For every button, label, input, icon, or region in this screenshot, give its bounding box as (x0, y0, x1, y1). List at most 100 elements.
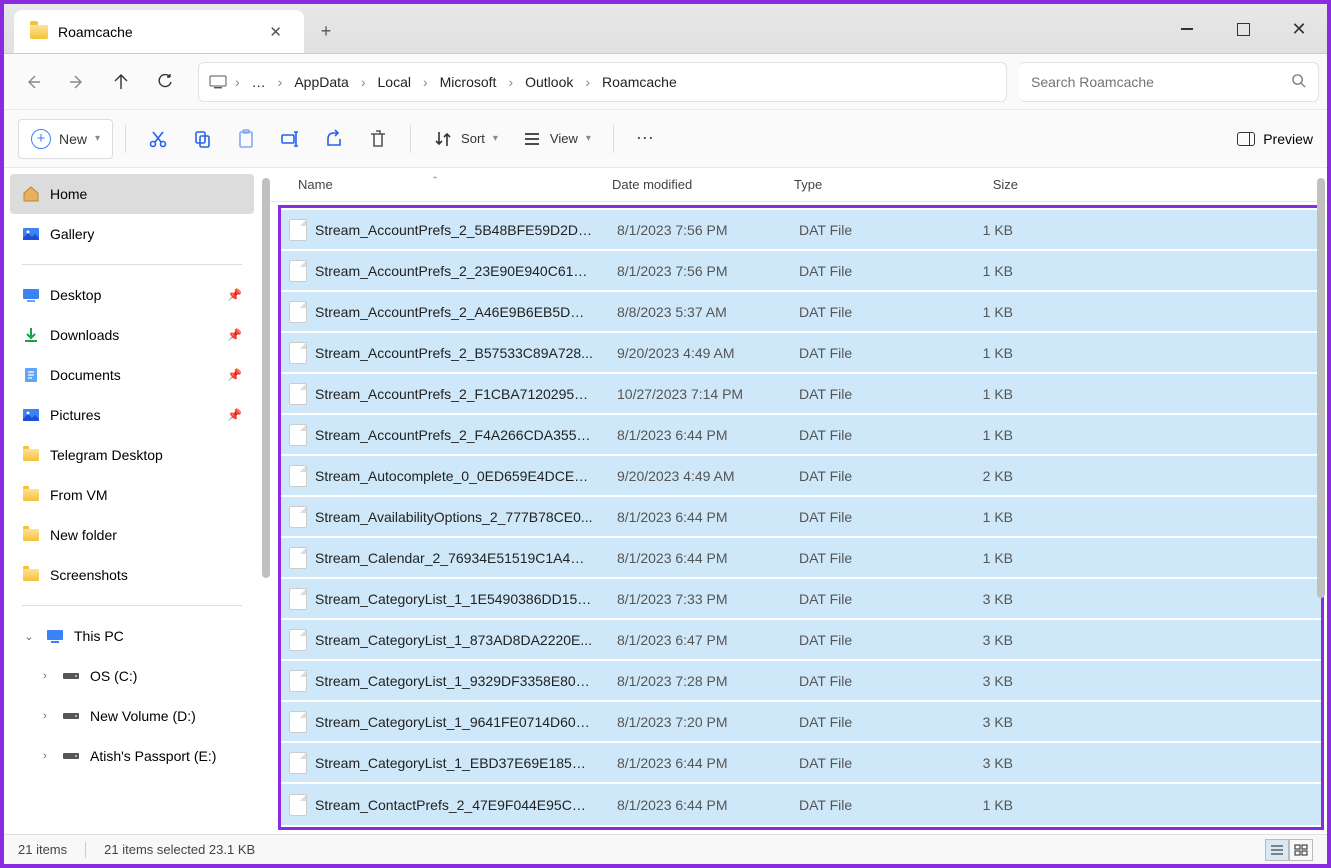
column-header-date[interactable]: Date modified (600, 177, 782, 192)
file-icon (289, 260, 307, 282)
file-list-pane: ⌃ Name Date modified Type Size Stream_Ac… (270, 168, 1327, 834)
file-row[interactable]: Stream_CategoryList_1_1E5490386DD152... … (281, 579, 1321, 620)
chevron-right-icon[interactable]: › (38, 670, 52, 682)
column-header-type[interactable]: Type (782, 177, 930, 192)
close-window-button[interactable]: ✕ (1271, 4, 1327, 54)
crumb-appdata[interactable]: AppData (286, 68, 356, 96)
chevron-right-icon[interactable]: › (506, 74, 515, 90)
tab-close-button[interactable]: ✕ (263, 19, 288, 45)
file-name: Stream_CategoryList_1_9329DF3358E801... (307, 673, 605, 689)
sidebar-scrollbar[interactable] (262, 178, 270, 578)
file-row[interactable]: Stream_AccountPrefs_2_5B48BFE59D2DD... 8… (281, 210, 1321, 251)
label: OS (C:) (90, 668, 137, 684)
sidebar-item-gallery[interactable]: Gallery (10, 214, 254, 254)
sidebar-item-drive[interactable]: › OS (C:) (10, 656, 254, 696)
pin-icon: 📌 (227, 288, 242, 302)
sidebar-item-quick[interactable]: Screenshots (10, 555, 254, 595)
file-type: DAT File (787, 714, 935, 730)
delete-button[interactable] (358, 119, 398, 159)
browser-tab[interactable]: Roamcache ✕ (14, 10, 304, 53)
sidebar-item-quick[interactable]: Desktop 📌 (10, 275, 254, 315)
file-row[interactable]: Stream_AccountPrefs_2_F4A266CDA355E... 8… (281, 415, 1321, 456)
crumb-ellipsis[interactable]: … (244, 68, 274, 96)
column-header-size[interactable]: Size (930, 177, 1030, 192)
chevron-right-icon[interactable]: › (38, 710, 52, 722)
chevron-right-icon[interactable]: › (276, 74, 285, 90)
file-row[interactable]: Stream_Autocomplete_0_0ED659E4DCE5... 9/… (281, 456, 1321, 497)
crumb-roamcache[interactable]: Roamcache (594, 68, 685, 96)
details-view-button[interactable] (1265, 839, 1289, 861)
sidebar-item-quick[interactable]: Pictures 📌 (10, 395, 254, 435)
new-button[interactable]: + New ▾ (18, 119, 113, 159)
forward-button[interactable] (56, 61, 98, 103)
label: Pictures (50, 407, 101, 423)
file-row[interactable]: Stream_AccountPrefs_2_23E90E940C61A... 8… (281, 251, 1321, 292)
documents-icon (22, 366, 40, 384)
folder-icon (22, 446, 40, 464)
chevron-right-icon[interactable]: › (38, 750, 52, 762)
copy-button[interactable] (182, 119, 222, 159)
maximize-button[interactable] (1215, 4, 1271, 54)
chevron-right-icon[interactable]: › (583, 74, 592, 90)
file-row[interactable]: Stream_AccountPrefs_2_F1CBA71202957... 1… (281, 374, 1321, 415)
file-icon (289, 547, 307, 569)
crumb-outlook[interactable]: Outlook (517, 68, 581, 96)
up-button[interactable] (100, 61, 142, 103)
sidebar-item-quick[interactable]: New folder (10, 515, 254, 555)
file-row[interactable]: Stream_CategoryList_1_873AD8DA2220E... 8… (281, 620, 1321, 661)
crumb-local[interactable]: Local (370, 68, 419, 96)
file-date: 8/1/2023 7:56 PM (605, 222, 787, 238)
address-bar[interactable]: › … › AppData › Local › Microsoft › Outl… (198, 62, 1007, 102)
refresh-button[interactable] (144, 61, 186, 103)
sidebar-item-drive[interactable]: › New Volume (D:) (10, 696, 254, 736)
sidebar-item-quick[interactable]: Downloads 📌 (10, 315, 254, 355)
file-icon (289, 342, 307, 364)
file-row[interactable]: Stream_CategoryList_1_EBD37E69E185B6... … (281, 743, 1321, 784)
back-button[interactable] (12, 61, 54, 103)
crumb-microsoft[interactable]: Microsoft (432, 68, 505, 96)
new-tab-button[interactable]: + (304, 10, 348, 53)
search-input[interactable] (1031, 74, 1291, 90)
sidebar-item-quick[interactable]: Telegram Desktop (10, 435, 254, 475)
cut-icon (148, 129, 168, 149)
column-header-name[interactable]: ⌃ Name (270, 177, 600, 192)
sidebar-item-drive[interactable]: › Atish's Passport (E:) (10, 736, 254, 776)
view-button[interactable]: View ▾ (512, 119, 601, 159)
file-icon (289, 752, 307, 774)
file-row[interactable]: Stream_AccountPrefs_2_B57533C89A728... 9… (281, 333, 1321, 374)
cut-button[interactable] (138, 119, 178, 159)
minimize-button[interactable] (1159, 4, 1215, 54)
sidebar-item-thispc[interactable]: ⌄ This PC (10, 616, 254, 656)
chevron-right-icon[interactable]: › (233, 74, 242, 90)
chevron-down-icon[interactable]: ⌄ (22, 630, 36, 643)
file-type: DAT File (787, 468, 935, 484)
search-box[interactable] (1019, 62, 1319, 102)
file-row[interactable]: Stream_ContactPrefs_2_47E9F044E95CA0... … (281, 784, 1321, 825)
sort-button[interactable]: Sort ▾ (423, 119, 508, 159)
rename-button[interactable] (270, 119, 310, 159)
file-row[interactable]: Stream_AccountPrefs_2_A46E9B6EB5DB2... 8… (281, 292, 1321, 333)
paste-button[interactable] (226, 119, 266, 159)
thumbnails-view-button[interactable] (1289, 839, 1313, 861)
chevron-right-icon[interactable]: › (359, 74, 368, 90)
sidebar-item-quick[interactable]: From VM (10, 475, 254, 515)
file-row[interactable]: Stream_AvailabilityOptions_2_777B78CE0..… (281, 497, 1321, 538)
window-controls: ✕ (1159, 4, 1327, 53)
file-scrollbar[interactable] (1317, 178, 1325, 598)
file-type: DAT File (787, 386, 935, 402)
file-row[interactable]: Stream_CategoryList_1_9329DF3358E801... … (281, 661, 1321, 702)
file-row[interactable]: Stream_CategoryList_1_9641FE0714D609... … (281, 702, 1321, 743)
sidebar-item-home[interactable]: Home (10, 174, 254, 214)
home-icon (22, 185, 40, 203)
file-type: DAT File (787, 427, 935, 443)
share-button[interactable] (314, 119, 354, 159)
separator (22, 605, 242, 606)
more-button[interactable]: ⋯ (626, 119, 664, 159)
preview-toggle[interactable]: Preview (1237, 131, 1313, 147)
file-icon (289, 711, 307, 733)
chevron-right-icon[interactable]: › (421, 74, 430, 90)
sidebar-item-quick[interactable]: Documents 📌 (10, 355, 254, 395)
file-row[interactable]: Stream_Calendar_2_76934E51519C1A4EA... 8… (281, 538, 1321, 579)
arrow-up-icon (113, 74, 129, 90)
paste-icon (236, 129, 256, 149)
